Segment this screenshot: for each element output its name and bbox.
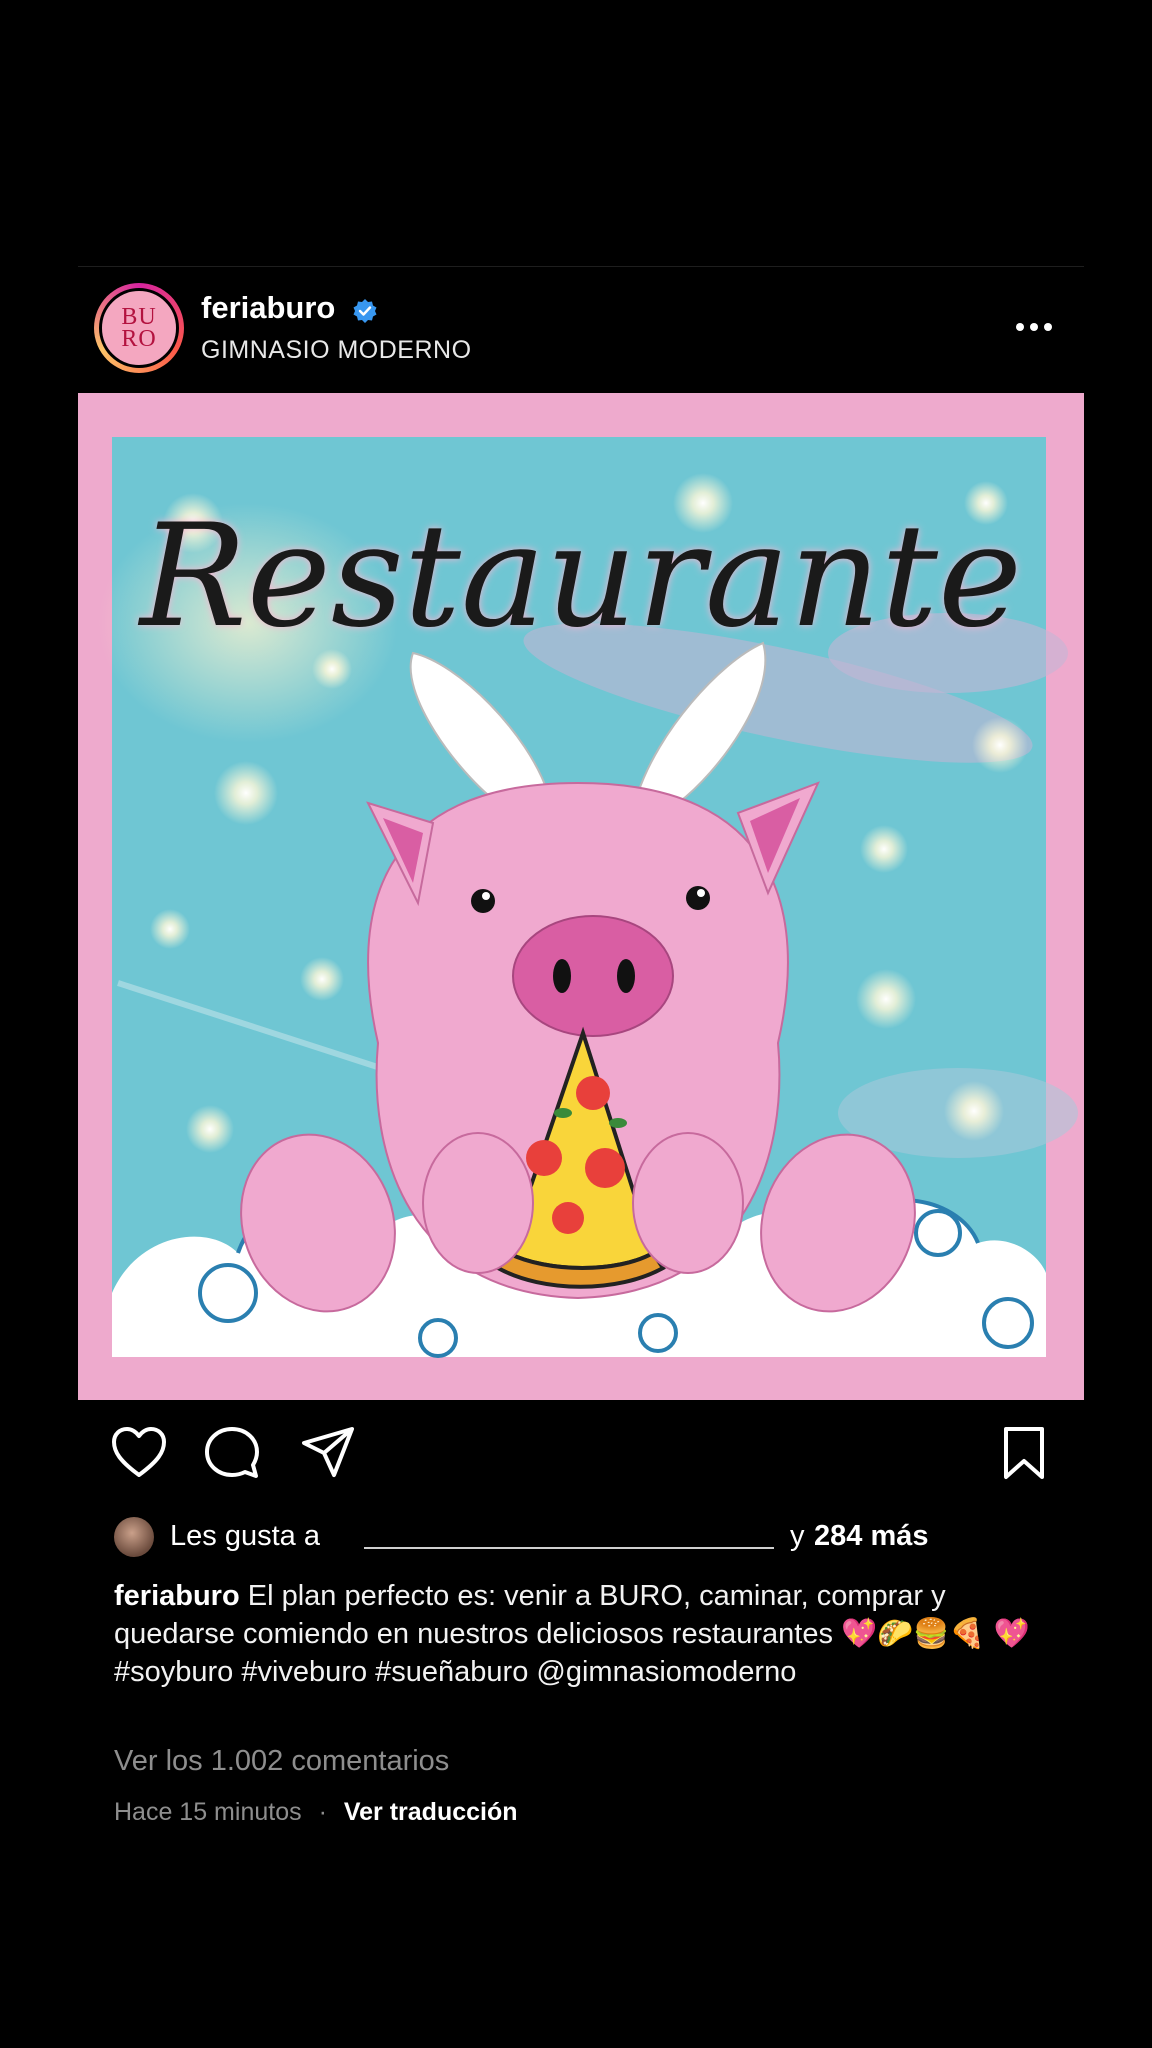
likes-prefix: Les gusta a xyxy=(170,1520,320,1552)
avatar-text-line-1: BU xyxy=(121,304,157,330)
image-title: Restaurante xyxy=(137,494,1022,659)
comment-icon[interactable] xyxy=(205,1425,259,1481)
post-username[interactable]: feriaburo xyxy=(201,290,335,326)
bookmark-icon[interactable] xyxy=(1000,1425,1048,1481)
redacted-username xyxy=(364,1547,774,1549)
likes-count[interactable]: 284 más xyxy=(814,1520,929,1553)
share-icon[interactable] xyxy=(300,1425,356,1481)
post-timestamp: Hace 15 minutos xyxy=(114,1798,302,1826)
post-actions xyxy=(78,1425,1084,1487)
view-comments-link[interactable]: Ver los 1.002 comentarios xyxy=(114,1745,449,1778)
caption-username[interactable]: feriaburo xyxy=(114,1580,240,1612)
profile-avatar[interactable]: BU RO xyxy=(94,283,184,373)
liker-avatar[interactable] xyxy=(114,1517,154,1557)
header-divider xyxy=(78,266,1084,267)
post-location[interactable]: GIMNASIO MODERNO xyxy=(201,336,472,365)
avatar-logo: BU RO xyxy=(99,288,179,368)
meta-separator: · xyxy=(318,1798,327,1826)
likes-summary[interactable]: Les gusta a y 284 más xyxy=(114,1517,1074,1557)
avatar-text-line-2: RO xyxy=(121,326,157,352)
post-image[interactable]: Restaurante Restaurante xyxy=(78,393,1084,1400)
see-translation-link[interactable]: Ver traducción xyxy=(344,1798,518,1826)
likes-conjunction: y xyxy=(790,1520,805,1552)
post-header: BU RO feriaburo GIMNASIO MODERNO xyxy=(78,268,1084,393)
heart-icon[interactable] xyxy=(110,1425,168,1481)
post-meta: Hace 15 minutos · Ver traducción xyxy=(114,1798,518,1827)
caption-text: El plan perfecto es: venir a BURO, camin… xyxy=(114,1580,1030,1688)
post-caption: feriaburo El plan perfecto es: venir a B… xyxy=(114,1577,1074,1691)
more-options-icon[interactable] xyxy=(1016,323,1052,333)
verified-icon xyxy=(353,299,377,323)
